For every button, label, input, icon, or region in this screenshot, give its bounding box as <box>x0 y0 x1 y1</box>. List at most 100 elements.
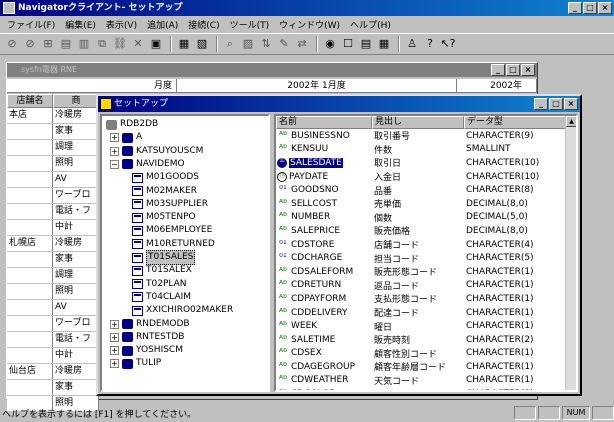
tree-item-table[interactable]: M02MAKER <box>132 185 197 198</box>
list-item[interactable]: Ab BUSINESSNO 取引番号 CHARACTER(9) <box>276 129 576 143</box>
vertical-scrollbar[interactable]: ▲ <box>565 116 576 390</box>
maximize-button[interactable]: □ <box>506 64 520 76</box>
collapse-icon[interactable]: − <box>110 159 119 169</box>
list-item[interactable]: Ab CDSEX 顧客性別コード CHARACTER(1) <box>276 347 576 361</box>
list-item[interactable]: Ab NUMBER 個数 DECIMAL(5,0) <box>276 211 576 225</box>
tree-item-database[interactable]: + RNDEMODB <box>110 318 190 331</box>
properties-icon[interactable]: ▣ <box>148 36 164 52</box>
tree-item-table[interactable]: M03SUPPLIER <box>132 198 208 211</box>
column-header-type[interactable]: データ型 <box>464 116 566 129</box>
maximize-button[interactable]: □ <box>549 98 563 110</box>
connect-icon[interactable]: ⊘ <box>4 36 20 52</box>
relation-icon[interactable]: ⇄ <box>294 36 310 52</box>
menu-window[interactable]: ウィンドウ(W) <box>274 18 345 31</box>
table-icon[interactable]: ▦ <box>376 36 392 52</box>
add-field-icon[interactable]: ▥ <box>76 36 92 52</box>
minimize-button[interactable]: _ <box>534 98 548 110</box>
table-row[interactable]: 本店 冷暖房 <box>7 108 99 124</box>
add-table-icon[interactable]: ▤ <box>58 36 74 52</box>
list-item[interactable]: ⚿ SALESDATE 取引日 CHARACTER(10) <box>276 156 576 170</box>
menu-edit[interactable]: 編集(E) <box>60 18 101 31</box>
delete-icon[interactable]: ✕ <box>130 36 146 52</box>
table-row[interactable]: 札幌店 冷暖房 <box>7 236 99 252</box>
tree-item-table[interactable]: M10RETURNED <box>132 238 215 251</box>
list-item[interactable]: Ab CDSALEFORM 販売形態コード CHARACTER(1) <box>276 265 576 279</box>
disconnect-icon[interactable]: ⊘ <box>22 36 38 52</box>
maximize-button[interactable]: □ <box>583 2 597 14</box>
table-row[interactable]: 照明 <box>7 284 99 300</box>
menu-help[interactable]: ヘルプ(H) <box>345 18 396 31</box>
list-item[interactable]: Ab CDDELIVERY 配達コード CHARACTER(1) <box>276 306 576 320</box>
tree-item-table[interactable]: M06EMPLOYEE <box>132 224 212 237</box>
column-header-store[interactable]: 店舗名 <box>7 94 53 108</box>
table-row[interactable]: 家事 <box>7 124 99 140</box>
field-list[interactable]: 名前 見出し データ型 Ab BUSINESSNO 取引番号 CHARACTER(9)… <box>274 114 578 392</box>
globe-icon[interactable]: ◉ <box>322 36 338 52</box>
table-row[interactable]: AV <box>7 172 99 188</box>
context-help-icon[interactable]: ↖? <box>440 36 456 52</box>
list-item[interactable]: Ab CDAGEGROUP 顧客年齢層コード CHARACTER(1) <box>276 360 576 374</box>
tree-item-database[interactable]: − NAVIDEMO <box>110 158 185 171</box>
menu-file[interactable]: ファイル(F) <box>2 18 60 31</box>
tree-item-database[interactable]: + RNTESTDB <box>110 331 185 344</box>
expand-icon[interactable]: + <box>110 146 119 156</box>
link-icon[interactable]: ⛓ <box>112 36 128 52</box>
list-item[interactable]: Ab SELLCOST 売単価 DECIMAL(8,0) <box>276 197 576 211</box>
close-button[interactable]: × <box>564 98 578 110</box>
expand-icon[interactable]: + <box>110 359 119 369</box>
column-header-dept[interactable]: 商 <box>53 94 99 108</box>
list-item[interactable]: Ab CDWEATHER 天気コード CHARACTER(1) <box>276 374 576 388</box>
close-button[interactable]: × <box>598 2 612 14</box>
close-button[interactable]: × <box>521 64 535 76</box>
expand-icon[interactable]: + <box>110 346 119 356</box>
expand-icon[interactable]: + <box>110 319 119 329</box>
tree-item-table[interactable]: M05TENPO <box>132 211 196 224</box>
list-item[interactable]: Ab WEEK 曜日 CHARACTER(1) <box>276 319 576 333</box>
tree-item-database[interactable]: + YOSHISCM <box>110 344 183 357</box>
add-db-icon[interactable]: ⊞ <box>40 36 56 52</box>
report-window-titlebar[interactable]: sysfn電器 RNE _ □ × <box>7 63 537 77</box>
tree-item-database[interactable]: + KATSUYOUSCM <box>110 145 203 158</box>
tree-item-table[interactable]: M01GOODS <box>132 171 199 184</box>
copy-icon[interactable]: ⧉ <box>94 36 110 52</box>
table-row[interactable]: 照明 <box>7 156 99 172</box>
grid-view-icon[interactable]: ▦ <box>176 36 192 52</box>
tree-item-table[interactable]: T04CLAIM <box>132 291 191 304</box>
minimize-button[interactable]: _ <box>568 2 582 14</box>
help-icon[interactable]: ? <box>422 36 438 52</box>
expand-icon[interactable]: + <box>110 332 119 342</box>
table-row[interactable]: 調理 <box>7 268 99 284</box>
column-header-caption[interactable]: 見出し <box>372 116 464 129</box>
menu-connect[interactable]: 接続(C) <box>183 18 224 31</box>
tree-root[interactable]: RDB2DB <box>106 118 158 131</box>
report-icon[interactable]: ▤ <box>358 36 374 52</box>
sort-icon[interactable]: ⇅ <box>258 36 274 52</box>
table-row[interactable]: 調理 <box>7 140 99 156</box>
database-tree[interactable]: RDB2DB + A + KATSUYOUSCM − NAVIDEMO M01GOODS M0… <box>100 114 270 392</box>
table-row[interactable]: 家事 <box>7 380 99 396</box>
minimize-button[interactable]: _ <box>491 64 505 76</box>
column-header-name[interactable]: 名前 <box>276 116 372 129</box>
wand-icon[interactable]: ✎ <box>276 36 292 52</box>
list-item[interactable]: Ab SALEPRICE 販売価格 DECIMAL(8,0) <box>276 224 576 238</box>
tree-item-table[interactable]: XXICHIRO02MAKER <box>132 304 233 317</box>
tree-item-table[interactable]: T01SALES <box>132 250 196 265</box>
user-icon[interactable]: ♙ <box>404 36 420 52</box>
table-row[interactable]: AV <box>7 300 99 316</box>
form-icon[interactable]: ☐ <box>340 36 356 52</box>
detail-view-icon[interactable]: ▧ <box>194 36 210 52</box>
tree-item-database[interactable]: + TULIP <box>110 357 161 370</box>
setup-dialog-titlebar[interactable]: セットアップ _ □ × <box>98 96 580 112</box>
list-item[interactable]: Ab CDRETURN 返品コード CHARACTER(1) <box>276 279 576 293</box>
query-icon[interactable]: ⌕ <box>222 36 238 52</box>
table-row[interactable]: 仙台店 冷暖房 <box>7 364 99 380</box>
table-row[interactable]: 中計 <box>7 220 99 236</box>
list-item[interactable]: ◷ PAYDATE 入金日 CHARACTER(10) <box>276 170 576 184</box>
filter-icon[interactable]: ▨ <box>240 36 256 52</box>
table-row[interactable]: 中計 <box>7 348 99 364</box>
list-item[interactable]: Ab SALETIME 販売時刻 CHARACTER(2) <box>276 333 576 347</box>
list-item[interactable]: 01 CDCHARGE 担当コード CHARACTER(5) <box>276 251 576 265</box>
tree-item-table[interactable]: T01SALEX <box>132 264 192 277</box>
expand-icon[interactable]: + <box>110 133 119 143</box>
list-item[interactable]: 01CDCOLOR色コードCHARACTER(1) <box>276 387 576 390</box>
